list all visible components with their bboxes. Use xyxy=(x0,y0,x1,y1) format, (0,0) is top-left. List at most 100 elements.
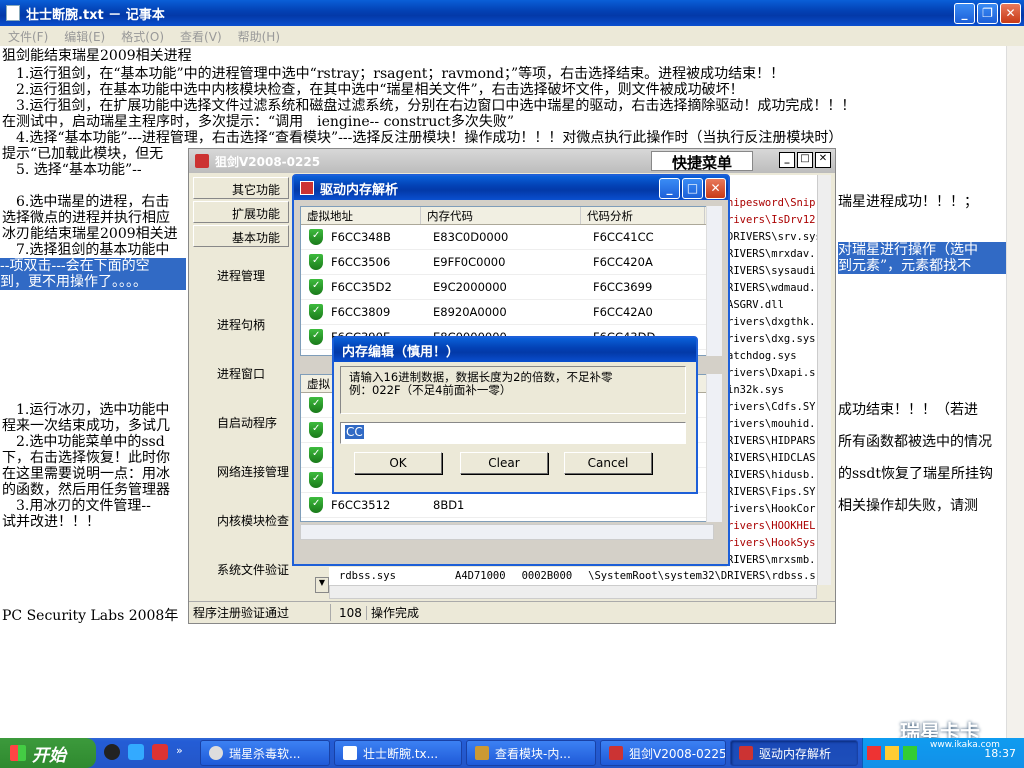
tab-other[interactable]: 其它功能 xyxy=(193,177,289,199)
tray-icon[interactable] xyxy=(867,746,881,760)
sidebar-item-autorun[interactable]: 自启动程序 xyxy=(217,414,277,431)
notepad-scrollbar[interactable] xyxy=(1006,46,1024,738)
close-button[interactable]: ✕ xyxy=(1000,2,1021,24)
sidebar-item-file-verify[interactable]: 系统文件验证 xyxy=(217,561,289,578)
cancel-button[interactable]: Cancel xyxy=(564,452,652,474)
app-icon xyxy=(475,746,489,760)
menu-format[interactable]: 格式(O) xyxy=(121,28,164,45)
path-item: RIVERS\HIDCLAS xyxy=(727,452,816,464)
text-line: 4.选择“基本功能”---进程管理，右击选择“查看模块”---选择反注册模块！操… xyxy=(2,130,843,146)
notepad-menubar: 文件(F) 编辑(E) 格式(O) 查看(V) 帮助(H) xyxy=(0,26,1024,46)
shield-icon xyxy=(309,229,323,245)
text-line: 试并改进！！！ xyxy=(2,514,100,530)
sidebar-item-process[interactable]: 进程管理 xyxy=(217,267,265,284)
path-item: rivers\HOOKHEL xyxy=(727,520,816,532)
taskbar-item-modules[interactable]: 查看模块-内... xyxy=(466,740,596,766)
windows-logo-icon xyxy=(10,745,26,761)
taskbar-item-notepad[interactable]: 壮士断腕.tx... xyxy=(334,740,462,766)
text-line: 成功结束！！！（若进 xyxy=(838,402,978,418)
hex-input-value: CC xyxy=(345,425,364,439)
cell-code: E9FF0C0000 xyxy=(433,255,506,269)
start-button[interactable]: 开始 xyxy=(0,738,96,768)
text-line: 相关操作却失败，请测 xyxy=(838,498,978,514)
module-name: rdbss.sys xyxy=(339,570,396,582)
menu-view[interactable]: 查看(V) xyxy=(180,28,222,45)
taskbar-item-jujian[interactable]: 狙剑V2008-0225 xyxy=(600,740,726,766)
driver-hscroll[interactable] xyxy=(300,524,714,540)
shield-icon xyxy=(309,397,323,413)
path-item: rivers\IsDrv12 xyxy=(727,214,816,226)
tray-icon[interactable] xyxy=(903,746,917,760)
hex-input[interactable]: CC xyxy=(340,422,686,444)
sidebar-item-kernel-modules[interactable]: 内核模块检查 xyxy=(217,512,289,529)
tab-extended[interactable]: 扩展功能 xyxy=(193,201,289,223)
sidebar-item-windows[interactable]: 进程窗口 xyxy=(217,365,265,382)
notepad-title: 壮士断腕.txt － 记事本 xyxy=(26,7,165,23)
last-module-row[interactable]: rdbss.sys A4D71000 0002B000 \SystemRoot\… xyxy=(329,567,817,585)
dialog-title: 内存编辑（慎用！） xyxy=(342,344,460,360)
sidebar-item-network[interactable]: 网络连接管理 xyxy=(217,463,289,480)
jujian-close-button[interactable]: ✕ xyxy=(815,152,831,168)
sidebar-scroll-down[interactable]: ▼ xyxy=(315,577,329,593)
module-address: A4D71000 xyxy=(455,570,506,582)
table-row[interactable]: F6CC3512 8BD1 xyxy=(301,493,713,518)
path-item: DRIVERS\srv.sys xyxy=(727,231,817,243)
jujian-minimize-button[interactable]: _ xyxy=(779,152,795,168)
module-list-scrollbar[interactable] xyxy=(817,175,831,585)
clear-button[interactable]: Clear xyxy=(460,452,548,474)
text-line: 3.运行狙剑，在扩展功能中选择文件过滤系统和磁盘过滤系统，分别在右边窗口中选中瑞… xyxy=(2,98,856,114)
path-item: rivers\Cdfs.SY xyxy=(727,401,816,413)
table-header: 虚拟地址 内存代码 代码分析 xyxy=(301,207,713,225)
hscroll[interactable] xyxy=(329,585,817,599)
sidebar-item-handles[interactable]: 进程句柄 xyxy=(217,316,265,333)
table-row[interactable]: F6CC348B E83C0D0000 F6CC41CC xyxy=(301,225,713,250)
text-line: 所有函数都被选中的情况 xyxy=(838,434,992,450)
path-item: ASGRV.dll xyxy=(727,299,784,311)
path-item: nipesword\Snip xyxy=(727,197,816,209)
lower-table-scrollbar[interactable] xyxy=(706,374,722,522)
jujian-titlebar[interactable]: 狙剑V2008-0225 快捷菜单 _ □ ✕ xyxy=(189,149,835,173)
table-row[interactable]: F6CC3506 E9FF0C0000 F6CC420A xyxy=(301,250,713,275)
menu-file[interactable]: 文件(F) xyxy=(8,28,48,45)
jujian-maximize-button[interactable]: □ xyxy=(797,152,813,168)
module-size: 0002B000 xyxy=(521,570,573,582)
shield-icon xyxy=(309,422,323,438)
driver-titlebar[interactable]: 驱动内存解析 _ □ ✕ xyxy=(294,176,728,200)
text-line: 下，右击选择恢复！此时你 xyxy=(2,450,170,466)
quick-menu-button[interactable]: 快捷菜单 xyxy=(651,151,753,172)
taskbar-item-antivirus[interactable]: 瑞星杀毒软... xyxy=(200,740,330,766)
driver-close-button[interactable]: ✕ xyxy=(705,177,726,199)
menu-help[interactable]: 帮助(H) xyxy=(238,28,280,45)
taskbar-label: 查看模块-内... xyxy=(495,746,571,761)
menu-edit[interactable]: 编辑(E) xyxy=(64,28,105,45)
qq-icon[interactable] xyxy=(104,744,120,760)
text-line: 冰刃能结束瑞星2009相关进 xyxy=(2,226,178,242)
col-header-analysis[interactable]: 代码分析 xyxy=(581,207,705,224)
ok-button[interactable]: OK xyxy=(354,452,442,474)
table-row[interactable]: F6CC3809 E8920A0000 F6CC42A0 xyxy=(301,300,713,325)
cell-address: F6CC348B xyxy=(331,230,391,244)
cell-code: E83C0D0000 xyxy=(433,230,509,244)
quicklaunch-icon[interactable] xyxy=(152,744,168,760)
minimize-button[interactable]: _ xyxy=(954,2,975,24)
col-header-address[interactable]: 虚拟地址 xyxy=(301,207,421,224)
col-header-code[interactable]: 内存代码 xyxy=(421,207,581,224)
driver-title: 驱动内存解析 xyxy=(320,182,399,198)
quicklaunch-icon[interactable] xyxy=(128,744,144,760)
dialog-titlebar[interactable]: 内存编辑（慎用！） xyxy=(334,338,696,362)
taskbar-item-driver[interactable]: 驱动内存解析 xyxy=(730,740,858,766)
chevron-icon[interactable]: » xyxy=(176,744,183,760)
tray-icon[interactable] xyxy=(885,746,899,760)
text-line: 1.运行狙剑，在“基本功能”中的进程管理中选中“rstray；rsagent；r… xyxy=(2,66,785,82)
driver-minimize-button[interactable]: _ xyxy=(659,177,680,199)
upper-table-scrollbar[interactable] xyxy=(706,206,722,356)
text-line: 2.运行狙剑，在基本功能中选中内核模块检查，在其中选中“瑞星相关文件”，右击选择… xyxy=(2,82,744,98)
tab-basic[interactable]: 基本功能 xyxy=(193,225,289,247)
path-item: RIVERS\HIDPARS xyxy=(727,435,816,447)
table-row[interactable]: F6CC35D2 E9C2000000 F6CC3699 xyxy=(301,275,713,300)
cell-analysis: F6CC41CC xyxy=(593,230,654,244)
maximize-button[interactable]: ❐ xyxy=(977,2,998,24)
path-item: RIVERS\mrxdav. xyxy=(727,248,816,260)
notepad-titlebar[interactable]: 壮士断腕.txt － 记事本 _ ❐ ✕ xyxy=(0,0,1024,26)
driver-maximize-button[interactable]: □ xyxy=(682,177,703,199)
